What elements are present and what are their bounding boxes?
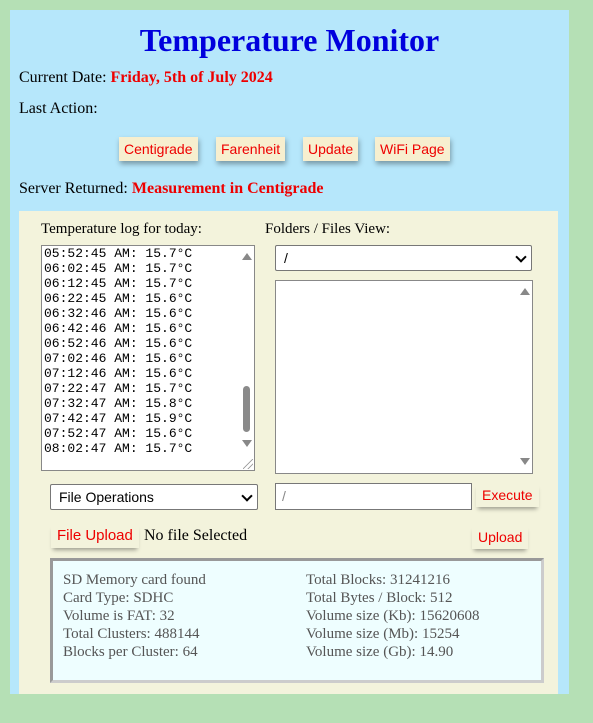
server-returned-label: Server Returned:	[19, 180, 128, 197]
upload-button[interactable]: Upload	[472, 525, 529, 549]
chevron-down-icon	[241, 490, 253, 502]
server-returned-value: Measurement in Centigrade	[131, 180, 324, 197]
file-panel: Temperature log for today: Folders / Fil…	[19, 211, 558, 694]
temperature-log-text: 05:52:45 AM: 15.7°C 06:02:45 AM: 15.7°C …	[44, 246, 193, 456]
sd-info-line: Volume size (Mb): 15254	[306, 626, 460, 642]
path-input[interactable]: /	[275, 483, 472, 510]
current-date-row: Current Date: Friday, 5th of July 2024	[19, 69, 273, 87]
scroll-down-icon[interactable]	[520, 458, 530, 465]
log-label: Temperature log for today:	[41, 221, 202, 237]
sd-info-line: Blocks per Cluster: 64	[63, 644, 198, 660]
files-scrollbar[interactable]	[518, 281, 532, 473]
last-action-row: Last Action:	[19, 100, 98, 118]
scroll-down-icon[interactable]	[242, 440, 252, 447]
last-action-label: Last Action:	[19, 100, 98, 117]
file-operations-value: File Operations	[59, 489, 154, 505]
sd-info-left: SD Memory card found Card Type: SDHC Vol…	[63, 571, 206, 661]
scroll-thumb[interactable]	[243, 386, 250, 432]
files-view-label: Folders / Files View:	[265, 221, 391, 237]
file-selected-status: No file Selected	[144, 527, 248, 544]
wifi-page-button[interactable]: WiFi Page	[375, 137, 450, 161]
log-scrollbar[interactable]	[240, 246, 254, 470]
folder-select-value: /	[284, 250, 288, 266]
farenheit-button[interactable]: Farenheit	[216, 137, 286, 161]
temperature-log-textarea[interactable]: 05:52:45 AM: 15.7°C 06:02:45 AM: 15.7°C …	[41, 245, 255, 471]
main-panel: Temperature Monitor Current Date: Friday…	[10, 10, 569, 694]
sd-info-line: Card Type: SDHC	[63, 590, 174, 606]
file-upload-button[interactable]: File Upload	[51, 524, 139, 548]
files-listbox[interactable]	[275, 280, 533, 474]
execute-button[interactable]: Execute	[476, 483, 539, 507]
page-title: Temperature Monitor	[139, 22, 440, 58]
sd-info-line: SD Memory card found	[63, 572, 206, 588]
chevron-down-icon	[515, 251, 527, 263]
current-date-value: Friday, 5th of July 2024	[110, 69, 273, 86]
scroll-up-icon[interactable]	[520, 288, 530, 295]
file-operations-select[interactable]: File Operations	[50, 484, 258, 510]
scroll-up-icon[interactable]	[242, 253, 252, 260]
centigrade-button[interactable]: Centigrade	[119, 137, 198, 161]
current-date-label: Current Date:	[19, 69, 107, 86]
sd-info-line: Total Blocks: 31241216	[306, 572, 450, 588]
update-button[interactable]: Update	[303, 137, 359, 161]
sd-info-line: Volume is FAT: 32	[63, 608, 175, 624]
sd-info-line: Total Clusters: 488144	[63, 626, 200, 642]
sd-info-line: Volume size (Gb): 14.90	[306, 644, 454, 660]
sd-info-line: Total Bytes / Block: 512	[306, 590, 453, 606]
resize-handle-icon[interactable]	[243, 459, 253, 469]
folder-select[interactable]: /	[275, 245, 532, 271]
sd-info-line: Volume size (Kb): 15620608	[306, 608, 480, 624]
sd-info-right: Total Blocks: 31241216 Total Bytes / Blo…	[306, 571, 479, 661]
server-returned-row: Server Returned: Measurement in Centigra…	[19, 180, 324, 198]
sd-card-info: SD Memory card found Card Type: SDHC Vol…	[50, 558, 544, 683]
